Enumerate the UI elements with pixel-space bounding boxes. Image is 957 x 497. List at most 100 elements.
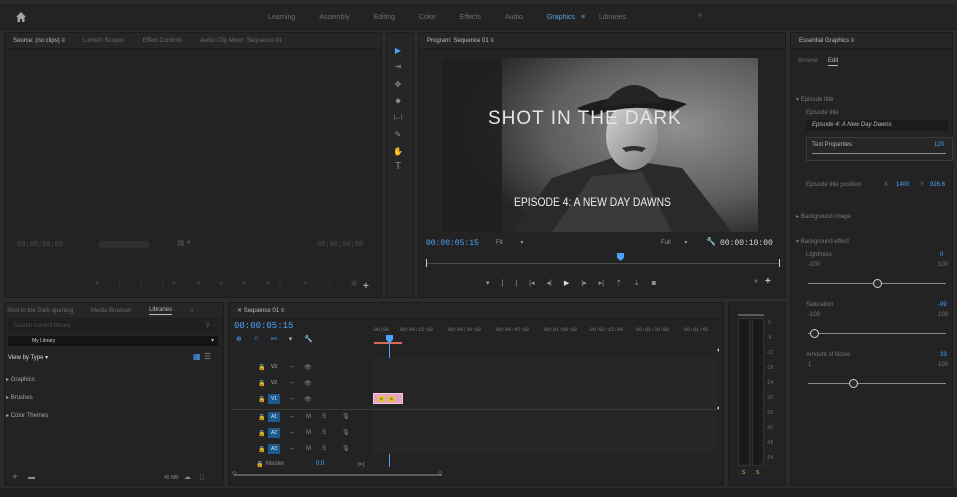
tab-browse[interactable]: Browse	[798, 58, 818, 64]
section-background-image[interactable]: ▸ Background image	[796, 213, 851, 220]
solo-icon[interactable]: S	[322, 430, 326, 436]
view-by-type-select[interactable]: View by Type ▾	[8, 354, 48, 361]
saturation-value[interactable]: -99	[938, 302, 947, 308]
nest-icon[interactable]: ⊕	[236, 335, 242, 343]
program-overflow-icon[interactable]: »	[754, 278, 758, 285]
position-y-value[interactable]: 926.6	[930, 182, 945, 188]
tab-libraries-panel[interactable]: Libraries	[149, 307, 173, 315]
source-timecode[interactable]: 00;00;00;00	[17, 241, 63, 249]
trash-icon[interactable]: ▯	[200, 473, 204, 481]
sync-lock-icon[interactable]: ⇔	[289, 364, 295, 370]
episode-title-field[interactable]: Episode 4: A New Day Dawns	[806, 120, 948, 131]
sync-lock-icon[interactable]: ⇔	[289, 380, 295, 386]
position-x-value[interactable]: 1400	[896, 182, 909, 188]
track-label-a3[interactable]: A3	[268, 444, 280, 454]
sync-lock-icon[interactable]: ⇔	[289, 414, 295, 420]
export-frame-icon[interactable]: ◙	[652, 280, 656, 287]
type-tool-icon[interactable]: T	[392, 162, 404, 172]
track-scroll-marker[interactable]: ◖	[716, 347, 720, 354]
wrench-icon[interactable]: 🔧	[706, 237, 716, 246]
lock-icon[interactable]: 🔒	[258, 380, 265, 387]
step-forward-icon[interactable]: |▸	[581, 279, 586, 287]
linked-selection-icon[interactable]: ⚯	[271, 335, 277, 343]
track-scroll-marker[interactable]: ◖	[716, 405, 720, 412]
solo-icon[interactable]: S	[322, 414, 326, 420]
library-select[interactable]: My Library ▾	[8, 336, 218, 346]
home-icon[interactable]	[14, 10, 28, 24]
source-add-button[interactable]: +	[363, 281, 369, 292]
lock-icon[interactable]: 🔒	[258, 430, 265, 437]
libraries-overflow-icon[interactable]: »	[190, 308, 193, 314]
tab-effect-controls[interactable]: Effect Controls	[143, 38, 182, 44]
cloud-icon[interactable]: ☁	[184, 473, 191, 481]
tab-essential-graphics[interactable]: Essential Graphics ≡	[799, 38, 854, 44]
lightness-slider-knob[interactable]	[872, 279, 882, 288]
lock-icon[interactable]: 🔒	[258, 364, 265, 371]
program-resolution-select[interactable]: Full ▾	[661, 239, 687, 246]
scroll-end-handle[interactable]: ○	[438, 470, 442, 477]
extract-icon[interactable]: ⇣	[634, 279, 640, 287]
timeline-settings-icon[interactable]: 🔧	[304, 335, 313, 343]
solo-icon[interactable]: S	[322, 446, 326, 452]
library-search-input[interactable]: Search current library ⚲	[8, 321, 214, 331]
tab-media-browser[interactable]: Media Browser	[91, 308, 131, 314]
source-zoom-control[interactable]	[99, 241, 149, 248]
track-label-a2[interactable]: A2	[268, 428, 280, 438]
selection-tool-icon[interactable]: ▶	[392, 46, 404, 56]
master-lock-icon[interactable]: 🔒	[256, 461, 263, 468]
library-item-graphics[interactable]: ▸ Graphics	[6, 376, 35, 383]
saturation-slider-track[interactable]	[808, 333, 946, 334]
snap-icon[interactable]: ∩	[254, 335, 259, 343]
timeline-timecode[interactable]: 00:00:05:15	[234, 321, 293, 331]
master-volume-value[interactable]: 0.0	[316, 461, 324, 467]
track-label-a1[interactable]: A1	[268, 412, 280, 422]
mark-out-icon[interactable]: |	[515, 280, 517, 287]
text-properties-slider[interactable]	[812, 153, 946, 154]
track-label-v1[interactable]: V1	[268, 394, 280, 404]
workspace-overflow-icon[interactable]: »	[698, 12, 702, 19]
section-background-effect[interactable]: ▾ Background effect	[796, 238, 849, 245]
panel-menu-icon[interactable]: ≡	[581, 14, 585, 21]
program-add-button[interactable]: +	[765, 276, 771, 287]
lock-icon[interactable]: 🔒	[258, 396, 265, 403]
tab-edit[interactable]: Edit	[828, 58, 839, 66]
program-fit-select[interactable]: Fit ▾	[496, 239, 523, 246]
tab-sequence[interactable]: ✕ Sequence 01 ≡	[237, 307, 284, 314]
tab-audio-clip-mixer[interactable]: Audio Clip Mixer: Sequence 01	[200, 38, 282, 44]
tab-source[interactable]: Source: (no clips) ≡	[13, 38, 65, 44]
program-scrubber[interactable]	[426, 259, 780, 267]
grid-view-icon[interactable]: ▦	[193, 352, 201, 361]
lightness-value[interactable]: 0	[940, 252, 943, 258]
add-library-button[interactable]: +	[12, 472, 18, 483]
ripple-edit-tool-icon[interactable]: ✥	[392, 80, 404, 90]
library-item-color-themes[interactable]: ▸ Color Themes	[6, 412, 48, 419]
noise-slider-track[interactable]	[808, 383, 946, 384]
tab-learning[interactable]: Learning	[268, 14, 295, 21]
tab-audio[interactable]: Audio	[505, 14, 523, 21]
tab-project[interactable]: Shot in the Dark opening	[7, 308, 73, 314]
library-item-brushes[interactable]: ▸ Brushes	[6, 394, 33, 401]
lift-icon[interactable]: ⇡	[616, 279, 622, 287]
meter-solo-right[interactable]: S	[756, 470, 759, 476]
track-select-tool-icon[interactable]: ⇥	[392, 62, 404, 72]
microphone-icon[interactable]: 🎙	[342, 413, 350, 420]
eye-icon[interactable]: 👁	[304, 380, 312, 387]
lock-icon[interactable]: 🔒	[258, 446, 265, 453]
master-end-icon[interactable]: ⊳|	[358, 461, 365, 468]
microphone-icon[interactable]: 🎙	[342, 445, 350, 452]
add-marker-icon[interactable]: ▾	[289, 335, 293, 343]
hand-tool-icon[interactable]: ✋	[392, 147, 404, 157]
tab-lumetri-scopes[interactable]: Lumetri Scopes	[83, 38, 125, 44]
razor-tool-icon[interactable]: ⬥	[392, 96, 404, 106]
track-label-v3[interactable]: V3	[268, 362, 280, 372]
timeline-scrollbar[interactable]	[234, 474, 442, 476]
tab-assembly[interactable]: Assembly	[319, 14, 349, 21]
track-label-v2[interactable]: V2	[268, 378, 280, 388]
tab-color[interactable]: Color	[419, 14, 436, 21]
go-to-out-icon[interactable]: ▸|	[599, 279, 604, 287]
tab-effects[interactable]: Effects	[460, 14, 481, 21]
slip-tool-icon[interactable]: |↔|	[392, 113, 404, 123]
sync-lock-icon[interactable]: ⇔	[289, 446, 295, 452]
folder-icon[interactable]: ▬	[28, 474, 35, 481]
text-properties-value[interactable]: 120	[934, 142, 944, 148]
